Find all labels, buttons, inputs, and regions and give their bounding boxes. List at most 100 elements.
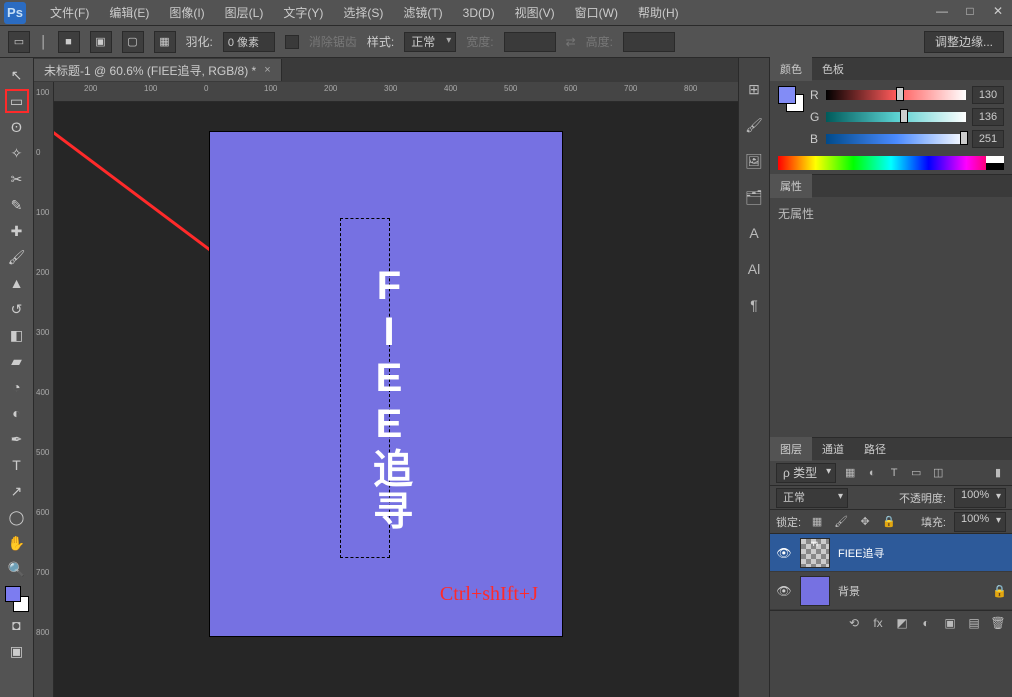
fill-value[interactable]: 100% bbox=[954, 512, 1006, 532]
tool-blur[interactable]: ◔ bbox=[5, 375, 29, 399]
tool-shape[interactable]: ◯ bbox=[5, 505, 29, 529]
menu-view[interactable]: 视图(V) bbox=[505, 0, 565, 25]
opacity-value[interactable]: 100% bbox=[954, 488, 1006, 508]
panel-icon-5[interactable]: A bbox=[743, 222, 765, 244]
panel-icon-6[interactable]: Al bbox=[743, 258, 765, 280]
value-b[interactable]: 251 bbox=[972, 130, 1004, 148]
window-close[interactable]: ✕ bbox=[984, 0, 1012, 22]
lock-trans-icon[interactable]: ▦ bbox=[809, 514, 825, 530]
filter-adjust-icon[interactable]: ◐ bbox=[864, 465, 880, 481]
slider-r[interactable] bbox=[826, 90, 966, 100]
tool-dodge[interactable]: ◐ bbox=[5, 401, 29, 425]
menu-help[interactable]: 帮助(H) bbox=[628, 0, 689, 25]
adjustment-layer-icon[interactable]: ◐ bbox=[918, 615, 934, 631]
tool-eraser[interactable]: ◧ bbox=[5, 323, 29, 347]
visibility-icon[interactable]: 👁 bbox=[776, 546, 792, 560]
panel-icon-2[interactable]: 🖌 bbox=[743, 114, 765, 136]
document-tab-close-icon[interactable]: × bbox=[264, 64, 270, 76]
panel-icon-1[interactable]: ⊞ bbox=[743, 78, 765, 100]
layer-row[interactable]: 👁 背景 🔒 bbox=[770, 572, 1012, 610]
label-b: B bbox=[810, 132, 820, 146]
tab-paths[interactable]: 路径 bbox=[854, 437, 896, 461]
selection-mode-new[interactable]: ■ bbox=[58, 31, 80, 53]
lock-all-icon[interactable]: 🔒 bbox=[881, 514, 897, 530]
filter-pixel-icon[interactable]: ▦ bbox=[842, 465, 858, 481]
antialias-checkbox[interactable] bbox=[285, 35, 299, 49]
filter-toggle[interactable]: ▮ bbox=[990, 465, 1006, 481]
menu-image[interactable]: 图像(I) bbox=[159, 0, 214, 25]
menu-filter[interactable]: 滤镜(T) bbox=[393, 0, 452, 25]
tool-pen[interactable]: ✒ bbox=[5, 427, 29, 451]
tool-screenmode[interactable]: ▣ bbox=[5, 639, 29, 663]
tool-clone[interactable]: ▲ bbox=[5, 271, 29, 295]
window-minimize[interactable]: — bbox=[928, 0, 956, 22]
menu-3d[interactable]: 3D(D) bbox=[453, 2, 505, 24]
lock-paint-icon[interactable]: 🖌 bbox=[833, 514, 849, 530]
menu-window[interactable]: 窗口(W) bbox=[565, 0, 628, 25]
menu-layer[interactable]: 图层(L) bbox=[215, 0, 274, 25]
layer-mask-icon[interactable]: ◩ bbox=[894, 615, 910, 631]
selection-mode-subtract[interactable]: ▢ bbox=[122, 31, 144, 53]
value-g[interactable]: 136 bbox=[972, 108, 1004, 126]
tool-zoom[interactable]: 🔍 bbox=[5, 557, 29, 581]
refine-edge-button[interactable]: 调整边缘... bbox=[924, 31, 1004, 53]
tool-magic-wand[interactable]: ✧ bbox=[5, 141, 29, 165]
link-layers-icon[interactable]: ⟲ bbox=[846, 615, 862, 631]
document-tab[interactable]: 未标题-1 @ 60.6% (FIEE追寻, RGB/8) * × bbox=[34, 59, 282, 81]
tool-lasso[interactable]: ʘ bbox=[5, 115, 29, 139]
layer-row[interactable]: 👁 F FIEE追寻 bbox=[770, 534, 1012, 572]
group-icon[interactable]: ▣ bbox=[942, 615, 958, 631]
tool-swatches[interactable] bbox=[5, 586, 29, 612]
current-tool-icon[interactable]: ▭ bbox=[8, 31, 30, 53]
tool-quickmask[interactable]: ◘ bbox=[5, 613, 29, 637]
menu-type[interactable]: 文字(Y) bbox=[273, 0, 333, 25]
layer-style-icon[interactable]: fx bbox=[870, 615, 886, 631]
tab-channels[interactable]: 通道 bbox=[812, 437, 854, 461]
feather-input[interactable] bbox=[223, 32, 275, 52]
panel-icon-7[interactable]: ¶ bbox=[743, 294, 765, 316]
tool-history-brush[interactable]: ↺ bbox=[5, 297, 29, 321]
layer-filter-kind[interactable]: ρ 类型 bbox=[776, 463, 836, 483]
panel-icon-3[interactable]: 🖼 bbox=[743, 150, 765, 172]
color-swatch-pair[interactable] bbox=[778, 86, 804, 112]
tool-eyedropper[interactable]: ✎ bbox=[5, 193, 29, 217]
tool-move[interactable]: ↖ bbox=[5, 63, 29, 87]
tab-layers[interactable]: 图层 bbox=[770, 437, 812, 461]
width-label: 宽度: bbox=[466, 33, 493, 50]
value-r[interactable]: 130 bbox=[972, 86, 1004, 104]
menu-file[interactable]: 文件(F) bbox=[40, 0, 99, 25]
tool-heal[interactable]: ✚ bbox=[5, 219, 29, 243]
tab-swatches[interactable]: 色板 bbox=[812, 57, 854, 81]
tab-color[interactable]: 颜色 bbox=[770, 57, 812, 81]
ruler-vertical: 100 0 100 200 300 400 500 600 700 800 bbox=[34, 82, 54, 697]
tool-type[interactable]: T bbox=[5, 453, 29, 477]
tool-brush[interactable]: 🖌 bbox=[5, 245, 29, 269]
style-combo[interactable]: 正常 bbox=[404, 32, 456, 52]
layer-name[interactable]: 背景 bbox=[838, 583, 984, 599]
panel-icon-4[interactable]: 🗂 bbox=[743, 186, 765, 208]
tab-properties[interactable]: 属性 bbox=[770, 174, 812, 198]
spectrum-bar[interactable] bbox=[778, 156, 1004, 170]
tool-crop[interactable]: ✂ bbox=[5, 167, 29, 191]
menu-select[interactable]: 选择(S) bbox=[333, 0, 393, 25]
filter-shape-icon[interactable]: ▭ bbox=[908, 465, 924, 481]
filter-smart-icon[interactable]: ◫ bbox=[930, 465, 946, 481]
visibility-icon[interactable]: 👁 bbox=[776, 584, 792, 598]
new-layer-icon[interactable]: ▤ bbox=[966, 615, 982, 631]
tool-marquee[interactable]: ▭ bbox=[5, 89, 29, 113]
slider-b[interactable] bbox=[826, 134, 966, 144]
tool-gradient[interactable]: ▰ bbox=[5, 349, 29, 373]
tool-hand[interactable]: ✋ bbox=[5, 531, 29, 555]
selection-mode-intersect[interactable]: ▦ bbox=[154, 31, 176, 53]
layer-name[interactable]: FIEE追寻 bbox=[838, 545, 1006, 561]
filter-type-icon[interactable]: T bbox=[886, 465, 902, 481]
lock-pos-icon[interactable]: ✥ bbox=[857, 514, 873, 530]
window-maximize[interactable]: □ bbox=[956, 0, 984, 22]
slider-g[interactable] bbox=[826, 112, 966, 122]
canvas[interactable]: FIEE追寻 Ctrl+shIft+J bbox=[54, 102, 738, 697]
blend-mode-combo[interactable]: 正常 bbox=[776, 488, 848, 508]
tool-path-select[interactable]: ↗ bbox=[5, 479, 29, 503]
selection-mode-add[interactable]: ▣ bbox=[90, 31, 112, 53]
menu-edit[interactable]: 编辑(E) bbox=[99, 0, 159, 25]
delete-layer-icon[interactable]: 🗑 bbox=[990, 615, 1006, 631]
